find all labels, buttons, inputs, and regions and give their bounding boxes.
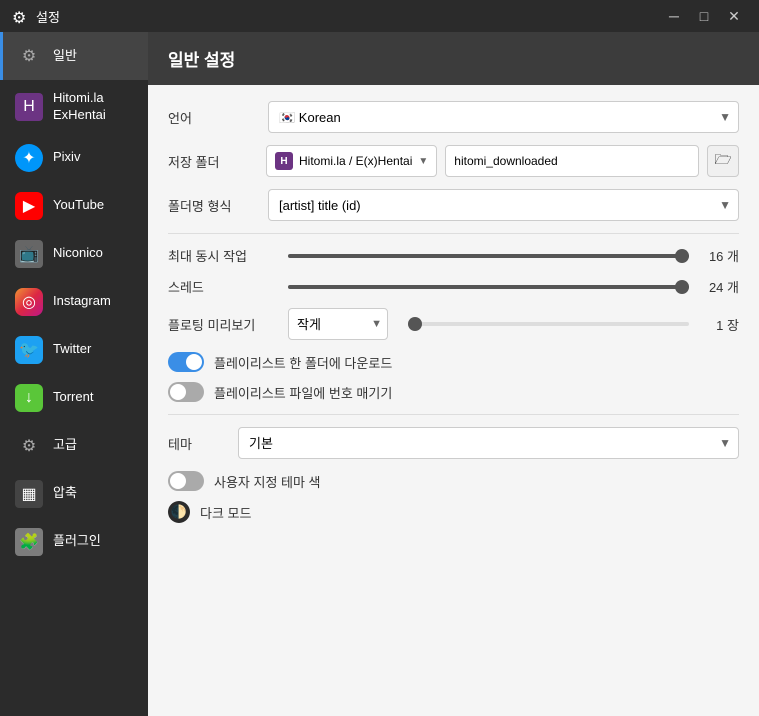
- floating-preview-slider[interactable]: [408, 322, 689, 326]
- playlist-number-row: 플레이리스트 파일에 번호 매기기: [168, 382, 739, 402]
- minimize-button[interactable]: ─: [661, 3, 687, 29]
- compress-icon: ▦: [15, 480, 43, 508]
- threads-row: 스레드 24 개: [168, 277, 739, 296]
- folder-format-row: 폴더명 형식 [artist] title (id) title (id) [a…: [168, 189, 739, 221]
- title-bar: ⚙ 설정 ─ □ ✕: [0, 0, 759, 32]
- theme-select-wrapper: 기본 라이트 다크 ▼: [238, 427, 739, 459]
- dark-mode-row: 🌓 다크 모드: [168, 501, 739, 523]
- floating-preview-label: 플로팅 미리보기: [168, 315, 278, 334]
- general-icon: ⚙: [15, 42, 43, 70]
- maximize-button[interactable]: □: [691, 3, 717, 29]
- folder-format-select-wrapper: [artist] title (id) title (id) [artist] …: [268, 189, 739, 221]
- site-chevron-icon: ▼: [418, 156, 428, 167]
- plugin-icon: 🧩: [15, 528, 43, 556]
- torrent-icon: ↓: [15, 384, 43, 412]
- threads-value: 24 개: [699, 277, 739, 296]
- sidebar-item-label-compress: 압축: [53, 485, 77, 502]
- theme-select[interactable]: 기본 라이트 다크: [238, 427, 739, 459]
- sidebar-item-twitter[interactable]: 🐦 Twitter: [0, 326, 148, 374]
- window-controls: ─ □ ✕: [661, 3, 747, 29]
- storage-row: 저장 폴더 H Hitomi.la / E(x)Hentai ▼ 🗁: [168, 145, 739, 177]
- playlist-folder-toggle-knob: [186, 354, 202, 370]
- twitter-icon: 🐦: [15, 336, 43, 364]
- instagram-icon: ◎: [15, 288, 43, 316]
- sidebar-item-label-youtube: YouTube: [53, 197, 104, 214]
- threads-label: 스레드: [168, 277, 278, 296]
- sidebar-item-instagram[interactable]: ◎ Instagram: [0, 278, 148, 326]
- sidebar-item-advanced[interactable]: ⚙ 고급: [0, 422, 148, 470]
- sidebar-item-niconico[interactable]: 📺 Niconico: [0, 230, 148, 278]
- max-concurrent-row: 최대 동시 작업 16 개: [168, 246, 739, 265]
- floating-preview-row: 플로팅 미리보기 작게 중간 크게 ▼ 1 장: [168, 308, 739, 340]
- max-concurrent-value: 16 개: [699, 246, 739, 265]
- threads-slider[interactable]: [288, 285, 689, 289]
- floating-preview-select[interactable]: 작게 중간 크게: [288, 308, 388, 340]
- pixiv-icon: ✦: [15, 144, 43, 172]
- sidebar-item-plugin[interactable]: 🧩 플러그인: [0, 518, 148, 566]
- advanced-icon: ⚙: [15, 432, 43, 460]
- divider-2: [168, 414, 739, 415]
- site-selector[interactable]: H Hitomi.la / E(x)Hentai ▼: [266, 145, 437, 177]
- niconico-icon: 📺: [15, 240, 43, 268]
- sidebar-item-label-instagram: Instagram: [53, 293, 111, 310]
- language-row: 언어 🇰🇷 Korean 🇺🇸 English 🇯🇵 Japanese ▼: [168, 101, 739, 133]
- sidebar-item-label-pixiv: Pixiv: [53, 149, 80, 166]
- custom-theme-toggle-knob: [170, 473, 186, 489]
- hitomi-icon: H: [15, 93, 43, 121]
- sidebar-item-label-torrent: Torrent: [53, 389, 93, 406]
- max-concurrent-slider[interactable]: [288, 254, 689, 258]
- playlist-number-label: 플레이리스트 파일에 번호 매기기: [214, 383, 392, 402]
- custom-theme-toggle[interactable]: [168, 471, 204, 491]
- language-select[interactable]: 🇰🇷 Korean 🇺🇸 English 🇯🇵 Japanese: [268, 101, 739, 133]
- app-body: ⚙ 일반 H Hitomi.la ExHentai ✦ Pixiv ▶ YouTube 📺 Nic…: [0, 32, 759, 716]
- floating-preview-select-wrapper: 작게 중간 크게 ▼: [288, 308, 388, 340]
- dark-mode-icon: 🌓: [168, 501, 190, 523]
- site-name: Hitomi.la / E(x)Hentai: [299, 154, 412, 168]
- folder-format-select[interactable]: [artist] title (id) title (id) [artist] …: [268, 189, 739, 221]
- language-label: 언어: [168, 108, 258, 127]
- content-header: 일반 설정: [148, 32, 759, 85]
- playlist-folder-row: 플레이리스트 한 폴더에 다운로드: [168, 352, 739, 372]
- playlist-number-toggle[interactable]: [168, 382, 204, 402]
- sidebar: ⚙ 일반 H Hitomi.la ExHentai ✦ Pixiv ▶ YouTube 📺 Nic…: [0, 32, 148, 716]
- theme-label: 테마: [168, 434, 228, 453]
- sidebar-item-hitomi[interactable]: H Hitomi.la ExHentai: [0, 80, 148, 134]
- folder-format-label: 폴더명 형식: [168, 196, 258, 215]
- sidebar-item-pixiv[interactable]: ✦ Pixiv: [0, 134, 148, 182]
- content-area: 일반 설정 언어 🇰🇷 Korean 🇺🇸 English 🇯🇵 Japanes…: [148, 32, 759, 716]
- sidebar-item-label-twitter: Twitter: [53, 341, 91, 358]
- app-icon: ⚙: [12, 8, 28, 24]
- browse-folder-button[interactable]: 🗁: [707, 145, 739, 177]
- max-concurrent-label: 최대 동시 작업: [168, 246, 278, 265]
- title-text: 설정: [36, 7, 661, 26]
- sidebar-item-label-hitomi: Hitomi.la ExHentai: [53, 90, 136, 124]
- close-button[interactable]: ✕: [721, 3, 747, 29]
- youtube-icon: ▶: [15, 192, 43, 220]
- storage-label: 저장 폴더: [168, 152, 258, 171]
- theme-row: 테마 기본 라이트 다크 ▼: [168, 427, 739, 459]
- content-body: 언어 🇰🇷 Korean 🇺🇸 English 🇯🇵 Japanese ▼ 저장…: [148, 85, 759, 549]
- playlist-number-toggle-knob: [170, 384, 186, 400]
- site-icon: H: [275, 152, 293, 170]
- sidebar-item-label-advanced: 고급: [53, 437, 77, 454]
- sidebar-item-torrent[interactable]: ↓ Torrent: [0, 374, 148, 422]
- sidebar-item-compress[interactable]: ▦ 압축: [0, 470, 148, 518]
- divider-1: [168, 233, 739, 234]
- sidebar-item-label-niconico: Niconico: [53, 245, 103, 262]
- custom-theme-row: 사용자 지정 테마 색: [168, 471, 739, 491]
- playlist-folder-label: 플레이리스트 한 폴더에 다운로드: [214, 353, 392, 372]
- sidebar-item-youtube[interactable]: ▶ YouTube: [0, 182, 148, 230]
- playlist-folder-toggle[interactable]: [168, 352, 204, 372]
- floating-preview-value: 1 장: [699, 315, 739, 334]
- sidebar-item-label-general: 일반: [53, 48, 77, 65]
- dark-mode-label: 다크 모드: [200, 503, 251, 522]
- language-select-wrapper: 🇰🇷 Korean 🇺🇸 English 🇯🇵 Japanese ▼: [268, 101, 739, 133]
- sidebar-item-label-plugin: 플러그인: [53, 533, 101, 550]
- sidebar-item-general[interactable]: ⚙ 일반: [0, 32, 148, 80]
- folder-input[interactable]: [445, 145, 699, 177]
- custom-theme-label: 사용자 지정 테마 색: [214, 472, 321, 491]
